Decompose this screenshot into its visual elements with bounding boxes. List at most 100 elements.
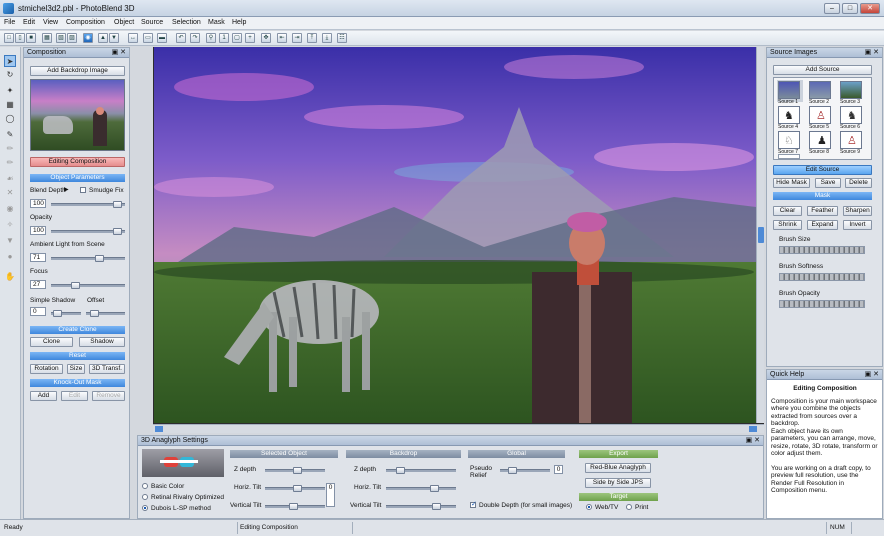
source-thumb-2[interactable]: Source 2 [808,80,834,105]
clone-button[interactable]: Clone [30,337,73,347]
undo-icon[interactable]: ↶ [176,33,186,43]
shadow-field[interactable]: 0 [30,307,46,316]
source-thumb-9[interactable]: ♙ Source 9 [839,130,865,155]
anaglyph-icon[interactable]: ◉ [83,33,93,43]
backdrop-vert-tilt-slider[interactable] [386,503,456,510]
brush-softness-slider[interactable] [779,273,865,281]
dropper-tool-icon[interactable]: ✕ [4,187,16,199]
ambient-light-field[interactable]: 71 [30,253,46,262]
shadow-button[interactable]: Shadow [79,337,125,347]
feather-mask-button[interactable]: Feather [807,206,838,216]
retinal-rivalry-radio[interactable]: Retinal Rivalry Optimized [142,494,224,501]
menu-mask[interactable]: Mask [208,19,225,26]
save-source-button[interactable]: Save [815,178,841,188]
opacity-field[interactable]: 100 [30,226,46,235]
panel-close-icon[interactable]: ▣ ✕ [865,370,879,380]
layer-down-icon[interactable]: ▼ [109,33,119,43]
align-left-icon[interactable]: ⇤ [277,33,287,43]
object-horiz-tilt-slider[interactable] [265,485,325,492]
zoom-in-icon[interactable]: + [245,33,255,43]
sharpen-mask-button[interactable]: Sharpen [843,206,872,216]
menu-help[interactable]: Help [232,19,246,26]
menu-composition[interactable]: Composition [66,19,105,26]
edit-mask-button[interactable]: Edit [61,391,88,401]
remove-mask-button[interactable]: Remove [92,391,125,401]
backdrop-horiz-tilt-slider[interactable] [386,485,456,492]
expand-mask-button[interactable]: Expand [807,220,838,230]
invert-mask-button[interactable]: Invert [843,220,872,230]
rotate-tool-icon[interactable]: ↻ [4,69,16,81]
source-thumb-4[interactable]: ♞ Source 4 [777,105,803,130]
maximize-button[interactable]: □ [842,3,858,14]
panel-close-icon[interactable]: ▣ ✕ [746,436,760,446]
editing-composition-button[interactable]: Editing Composition [30,157,125,167]
clear-mask-button[interactable]: Clear [773,206,802,216]
import-icon[interactable]: ▧ [56,33,66,43]
paste-icon[interactable]: ▬ [157,33,167,43]
export-icon[interactable]: ▨ [67,33,77,43]
source-thumb-1[interactable]: Source 1 [777,80,803,105]
pseudo-relief-field[interactable]: 0 [554,465,563,474]
source-thumb-5[interactable]: ♙ Source 5 [808,105,834,130]
canvas-area[interactable] [153,47,764,433]
source-thumb-8[interactable]: ♟ Source 8 [808,130,834,155]
panel-close-icon[interactable]: ▣ ✕ [865,48,879,58]
flip-icon[interactable]: ↔ [128,33,138,43]
distribute-icon[interactable]: ☷ [337,33,347,43]
open-icon[interactable]: ▯ [15,33,25,43]
side-by-side-jps-button[interactable]: Side by Side JPS [585,478,651,488]
save-as-icon[interactable]: ▦ [42,33,52,43]
new-icon[interactable]: □ [4,33,14,43]
close-button[interactable]: ✕ [860,3,880,14]
focus-slider[interactable] [51,282,125,289]
save-icon[interactable]: ■ [26,33,36,43]
brush-opacity-slider[interactable] [779,300,865,308]
blend-depth-field[interactable]: 100 [30,199,46,208]
focus-field[interactable]: 27 [30,280,46,289]
panel-close-icon[interactable]: ▣ ✕ [112,48,126,58]
source-thumb-10[interactable] [778,154,800,159]
transform-tool-icon[interactable]: ✦ [4,85,16,97]
fit-icon[interactable]: ▢ [232,33,242,43]
ambient-light-slider[interactable] [51,255,125,262]
menu-source[interactable]: Source [141,19,163,26]
opacity-slider[interactable] [51,228,125,235]
hide-mask-button[interactable]: Hide Mask [773,178,810,188]
canvas-horizontal-scrollbar[interactable] [153,424,764,433]
brush-size-slider[interactable] [779,246,865,254]
menu-file[interactable]: File [4,19,15,26]
align-bottom-icon[interactable]: ⤓ [322,33,332,43]
minimize-button[interactable]: – [824,3,840,14]
backdrop-z-depth-slider[interactable] [386,467,456,474]
composition-canvas[interactable] [154,47,756,423]
smudge-fix-checkbox[interactable]: Smudge Fix [80,187,124,194]
reset-size-button[interactable]: Size [67,364,85,374]
fill-tool-icon[interactable]: ▼ [4,235,16,247]
align-top-icon[interactable]: ⤒ [307,33,317,43]
source-thumb-7[interactable]: ♘ Source 7 [777,130,803,155]
reset-3d-transform-button[interactable]: 3D Transf. [89,364,125,374]
edit-source-button[interactable]: Edit Source [773,165,872,175]
zoom-icon[interactable]: ⚲ [206,33,216,43]
smudge-tool-icon[interactable]: ☙ [4,173,16,185]
menu-selection[interactable]: Selection [172,19,201,26]
object-z-depth-slider[interactable] [265,467,325,474]
offset-slider[interactable] [86,310,125,317]
red-blue-anaglyph-button[interactable]: Red-Blue Anaglyph [585,463,651,473]
add-backdrop-button[interactable]: Add Backdrop Image [30,66,125,76]
wand-tool-icon[interactable]: ✧ [4,219,16,231]
pencil-tool-icon[interactable]: ✏ [4,157,16,169]
print-radio[interactable]: Print [626,504,648,511]
reset-rotation-button[interactable]: Rotation [30,364,63,374]
pointer-tool-icon[interactable]: ➤ [4,55,16,67]
redo-icon[interactable]: ↷ [190,33,200,43]
double-depth-checkbox[interactable]: Double Depth (for small images) [470,500,572,509]
align-right-icon[interactable]: ⇥ [292,33,302,43]
canvas-vertical-scrollbar[interactable] [756,47,764,423]
menu-object[interactable]: Object [114,19,134,26]
move-icon[interactable]: ✥ [261,33,271,43]
brush-tool-icon[interactable]: ✎ [4,129,16,141]
object-vert-tilt-slider[interactable] [265,503,325,510]
delete-source-button[interactable]: Delete [845,178,872,188]
hand-tool-icon[interactable]: ✋ [4,271,16,283]
